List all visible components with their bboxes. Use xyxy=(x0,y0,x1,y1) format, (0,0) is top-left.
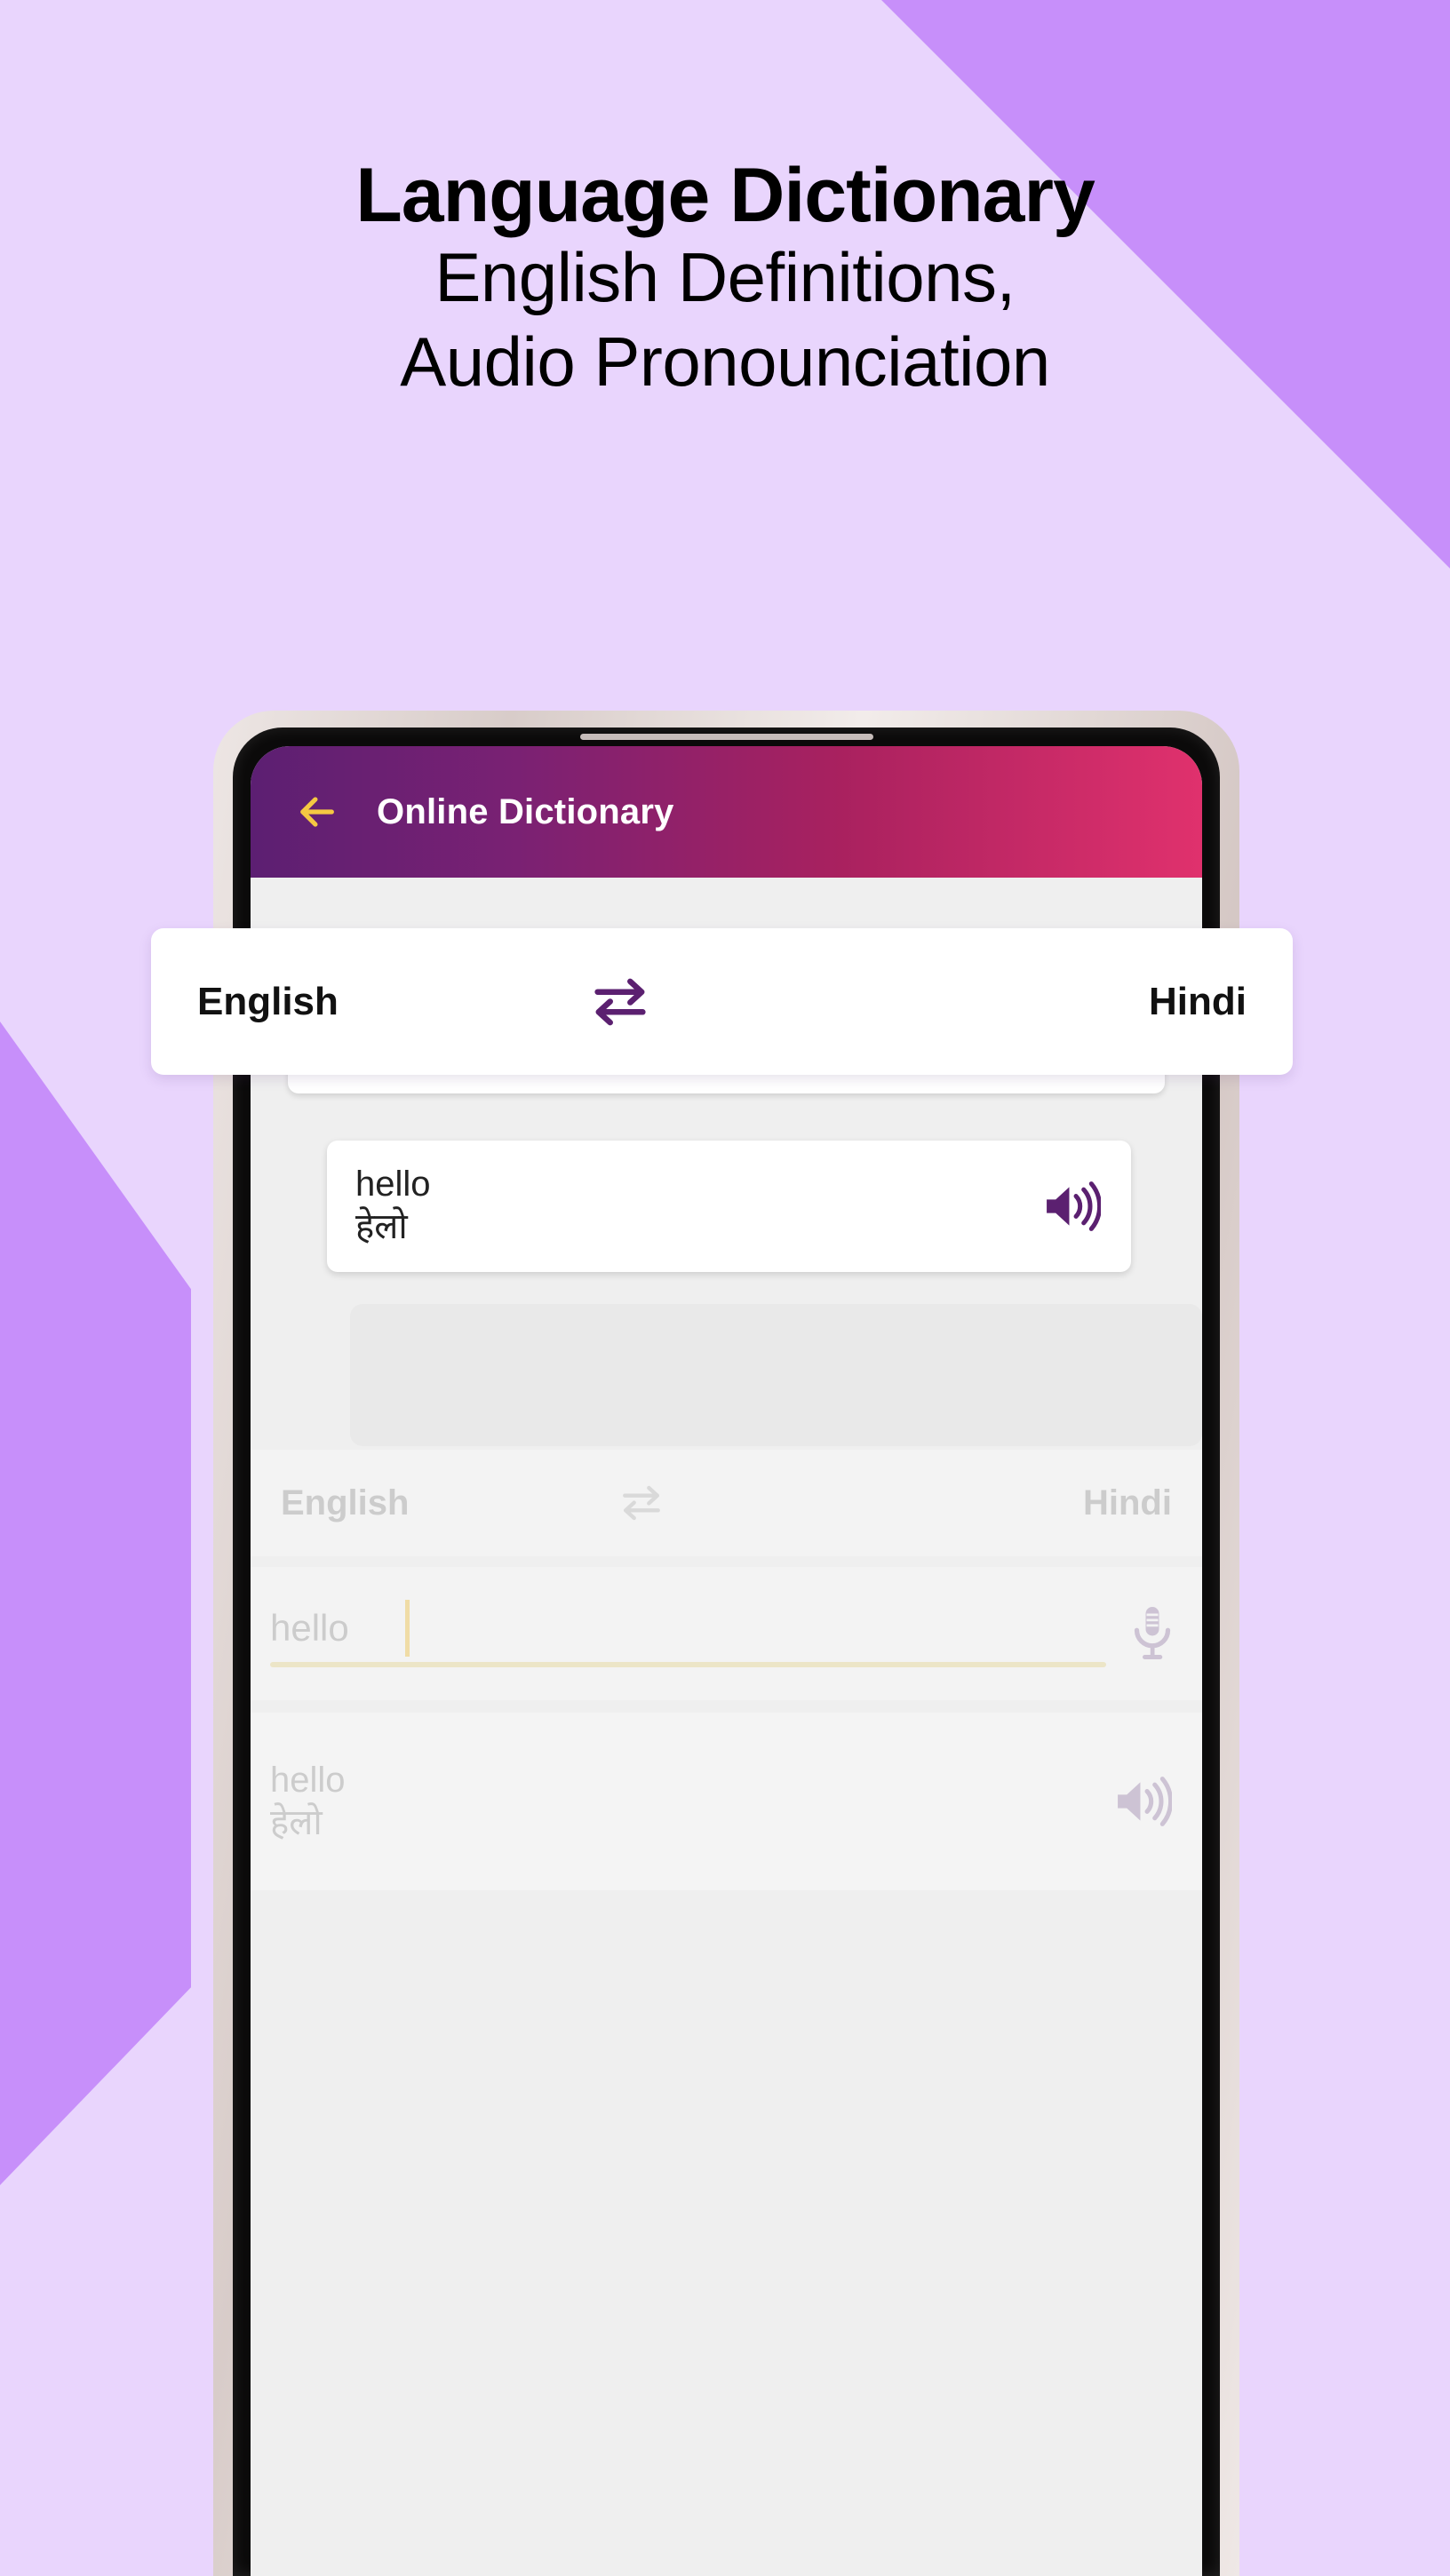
ghost-source-language: English xyxy=(281,1483,410,1523)
headline-block: Language Dictionary English Definitions,… xyxy=(0,155,1450,405)
headline-subtitle-line-2: Audio Pronounciation xyxy=(400,322,1050,402)
ghost-search-card: hello xyxy=(251,1567,1202,1700)
decorative-polygon-left xyxy=(0,1022,191,2185)
headline-title: Language Dictionary xyxy=(355,153,1095,238)
result-text-group: hello हेलो xyxy=(355,1164,1042,1249)
ghost-search-input: hello xyxy=(270,1591,1126,1676)
faded-duplicate-layer: English Hindi hello hello हेलो xyxy=(251,1450,1202,2576)
ghost-result-translation: हेलो xyxy=(270,1803,323,1842)
ghost-search-value: hello xyxy=(270,1607,349,1649)
ghost-text-caret xyxy=(405,1600,410,1657)
target-language-label[interactable]: Hindi xyxy=(1149,980,1247,1024)
ghost-language-bar: English Hindi xyxy=(251,1450,1202,1556)
swap-horizontal-icon xyxy=(623,1485,661,1521)
arrow-left-icon[interactable] xyxy=(293,789,339,835)
phone-earpiece-speaker xyxy=(579,734,873,740)
ghost-result-word: hello xyxy=(270,1761,346,1800)
ghost-search-underline xyxy=(270,1662,1106,1667)
screen-content: hello hello हेलो xyxy=(251,878,1202,2576)
headline-subtitle-line-1: English Definitions, xyxy=(434,238,1016,317)
app-bar: Online Dictionary xyxy=(251,746,1202,878)
app-bar-title: Online Dictionary xyxy=(377,791,674,831)
swap-horizontal-icon[interactable] xyxy=(586,974,654,1030)
ghost-result-card: hello हेलो xyxy=(251,1713,1202,1890)
ghost-result-text-group: hello हेलो xyxy=(270,1759,1113,1844)
volume-up-icon[interactable] xyxy=(1042,1181,1101,1232)
microphone-icon xyxy=(1134,1607,1171,1659)
ghost-target-language: Hindi xyxy=(1082,1483,1172,1523)
result-word: hello xyxy=(355,1165,431,1204)
language-selector-bar[interactable]: English Hindi xyxy=(151,928,1293,1075)
result-card[interactable]: hello हेलो xyxy=(327,1141,1131,1272)
source-language-label[interactable]: English xyxy=(197,980,339,1024)
result-translation: हेलो xyxy=(355,1207,408,1247)
volume-up-icon xyxy=(1118,1777,1172,1826)
empty-placeholder-card xyxy=(350,1304,1202,1446)
